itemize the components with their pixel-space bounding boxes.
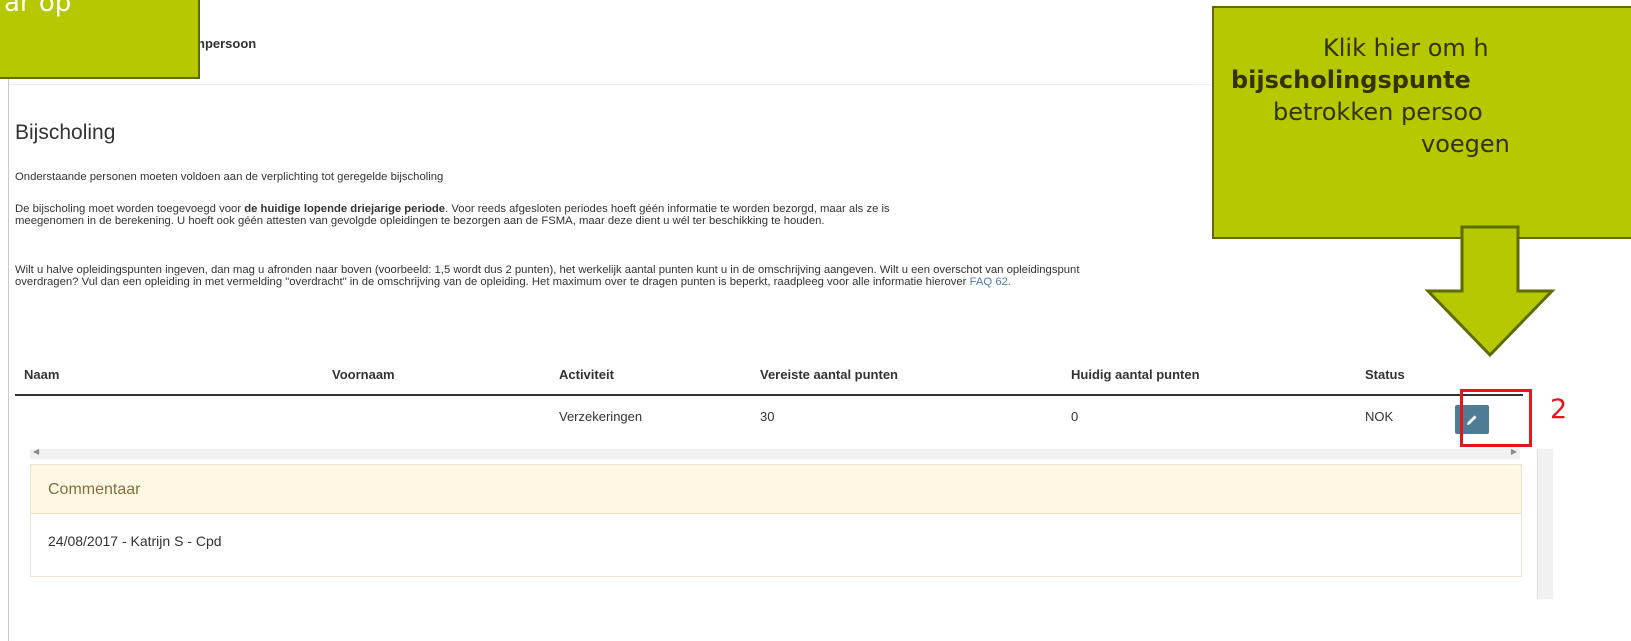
header-title: npersoon [197, 36, 257, 51]
callout-line-1: Klik hier om h [1323, 34, 1489, 62]
faq-link[interactable]: FAQ 62. [970, 276, 1011, 288]
column-header-activiteit[interactable]: Activiteit [559, 367, 614, 382]
column-header-huidig-punten[interactable]: Huidig aantal punten [1071, 367, 1200, 382]
points-info-text: overdragen? Vul dan een opleiding in met… [15, 276, 970, 288]
column-header-voornaam[interactable]: Voornaam [332, 367, 395, 382]
cell-activiteit: Verzekeringen [559, 409, 643, 424]
page-title: Bijscholing [15, 121, 116, 144]
edit-button-highlight [1460, 389, 1532, 447]
period-info-text-cont: . Voor reeds afgesloten periodes hoeft g… [445, 203, 890, 215]
comment-panel: Commentaar 24/08/2017 - Katrijn S - Cpd [30, 464, 1522, 577]
cell-status: NOK [1365, 409, 1394, 424]
cell-huidig-punten: 0 [1071, 409, 1079, 424]
horizontal-scrollbar[interactable]: ◀ ▶ [30, 447, 1520, 459]
column-header-naam[interactable]: Naam [24, 367, 59, 382]
comment-entry: 24/08/2017 - Katrijn S - Cpd [48, 533, 222, 549]
table-header-row: Naam Voornaam Activiteit Vereiste aantal… [15, 356, 1523, 396]
callout-arrow-icon [1424, 225, 1556, 358]
vertical-scrollbar[interactable] [1537, 449, 1553, 599]
table-row: Verzekeringen 30 0 NOK [15, 396, 1523, 440]
comment-panel-header: Commentaar [31, 465, 1521, 514]
period-info-bold: de huidige lopende driejarige periode [244, 203, 446, 215]
tutorial-callout-text: ar op [4, 0, 72, 18]
step-number: 2 [1550, 394, 1568, 425]
cell-vereiste-punten: 30 [760, 409, 775, 424]
column-header-vereiste-punten[interactable]: Vereiste aantal punten [760, 367, 898, 382]
tutorial-callout-top-left: ar op [0, 0, 200, 79]
period-info-text: De bijscholing moet worden toegevoegd vo… [15, 203, 245, 215]
column-header-status[interactable]: Status [1365, 367, 1405, 382]
callout-line-2: bijscholingspunte [1231, 66, 1471, 94]
scroll-right-icon[interactable]: ▶ [1511, 447, 1517, 456]
intro-text: Onderstaande personen moeten voldoen aan… [15, 171, 444, 183]
scroll-left-icon[interactable]: ◀ [33, 447, 39, 456]
callout-line-3: betrokken persoo [1273, 98, 1483, 126]
window-left-edge [8, 0, 9, 641]
points-info-line2: overdragen? Vul dan een opleiding in met… [15, 276, 1011, 289]
callout-line-4: voegen [1421, 130, 1510, 158]
period-info-line2: meegenomen in de berekening. U hoeft ook… [15, 215, 825, 227]
